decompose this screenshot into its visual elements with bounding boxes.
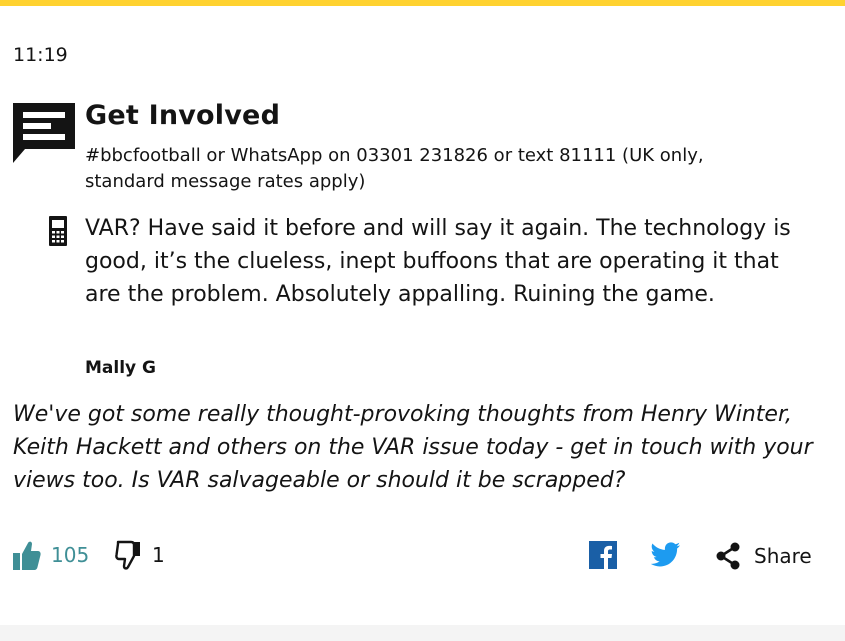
share-button[interactable]: Share xyxy=(714,538,824,574)
share-icon xyxy=(716,542,740,570)
reader-message-text: VAR? Have said it before and will say it… xyxy=(85,216,791,307)
get-involved-title: Get Involved xyxy=(85,100,281,131)
thumbs-up-icon xyxy=(13,541,41,570)
thumbs-down-icon xyxy=(115,540,140,570)
facebook-icon[interactable] xyxy=(589,541,617,569)
like-count: 105 xyxy=(51,543,90,567)
bottom-divider xyxy=(0,625,845,641)
reader-message-author: Mally G xyxy=(85,358,156,378)
like-button[interactable]: 105 xyxy=(13,538,93,574)
post-timestamp: 11:19 xyxy=(13,44,68,66)
top-accent-bar xyxy=(0,0,845,6)
dislike-count: 1 xyxy=(152,543,165,567)
share-label: Share xyxy=(754,544,812,568)
get-involved-subtitle: #bbcfootball or WhatsApp on 03301 231826… xyxy=(85,145,704,192)
mobile-phone-icon xyxy=(49,216,67,246)
get-involved-icon xyxy=(13,103,75,163)
dislike-button[interactable]: 1 xyxy=(113,538,173,574)
twitter-icon[interactable] xyxy=(651,541,681,569)
commentary-text: We've got some really thought-provoking … xyxy=(13,402,813,493)
